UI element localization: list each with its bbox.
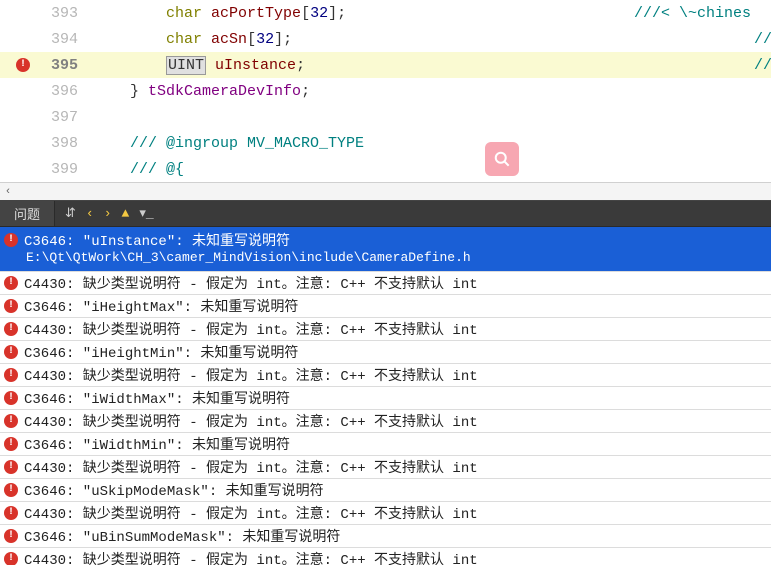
filter-icon[interactable]: ▾_ — [139, 206, 153, 221]
problems-list[interactable]: C3646: "uInstance": 未知重写说明符 E:\Qt\QtWork… — [0, 227, 771, 565]
problem-item[interactable]: C4430: 缺少类型说明符 - 假定为 int。注意: C++ 不支持默认 i… — [0, 547, 771, 565]
error-icon — [4, 345, 18, 359]
problems-tab[interactable]: 问题 — [0, 201, 55, 226]
problem-item[interactable]: C3646: "iWidthMin": 未知重写说明符 — [0, 432, 771, 455]
error-icon — [16, 58, 30, 72]
error-icon — [4, 506, 18, 520]
search-icon[interactable] — [485, 142, 519, 176]
line-number: 397 — [34, 109, 94, 126]
problem-message: C3646: "uBinSumModeMask": 未知重写说明符 — [24, 526, 340, 546]
error-icon — [4, 322, 18, 336]
problem-message: C4430: 缺少类型说明符 - 假定为 int。注意: C++ 不支持默认 i… — [24, 411, 478, 431]
problem-item-selected[interactable]: C3646: "uInstance": 未知重写说明符 E:\Qt\QtWork… — [0, 227, 771, 271]
code-text: } tSdkCameraDevInfo; — [94, 83, 771, 100]
problem-message: C4430: 缺少类型说明符 - 假定为 int。注意: C++ 不支持默认 i… — [24, 457, 478, 477]
problem-path: E:\Qt\QtWork\CH_3\camer_MindVision\inclu… — [4, 250, 767, 265]
error-icon — [4, 437, 18, 451]
error-icon — [4, 529, 18, 543]
code-editor[interactable]: 393 char acPortType[32];///< \~chines394… — [0, 0, 771, 200]
next-issue-icon[interactable]: › — [104, 206, 112, 221]
problem-message: C4430: 缺少类型说明符 - 假定为 int。注意: C++ 不支持默认 i… — [24, 549, 478, 565]
problem-message: C4430: 缺少类型说明符 - 假定为 int。注意: C++ 不支持默认 i… — [24, 273, 478, 293]
line-number: 393 — [34, 5, 94, 22]
problem-message: C3646: "iWidthMax": 未知重写说明符 — [24, 388, 290, 408]
scroll-left-icon[interactable]: ‹ — [0, 186, 16, 198]
code-line[interactable]: 398 /// @ingroup MV_MACRO_TYPE — [0, 130, 771, 156]
problem-item[interactable]: C4430: 缺少类型说明符 - 假定为 int。注意: C++ 不支持默认 i… — [0, 271, 771, 294]
problem-item[interactable]: C3646: "iWidthMax": 未知重写说明符 — [0, 386, 771, 409]
problem-message: C3646: "iHeightMin": 未知重写说明符 — [24, 342, 298, 362]
code-text: char acPortType[32];///< \~chines — [94, 5, 771, 22]
error-icon — [4, 552, 18, 565]
problem-message: C3646: "uInstance": 未知重写说明符 — [24, 230, 290, 250]
problems-panel: 问题 ⇵ ‹ › ▲ ▾_ C3646: "uInstance": 未知重写说明… — [0, 200, 771, 565]
problem-item[interactable]: C4430: 缺少类型说明符 - 假定为 int。注意: C++ 不支持默认 i… — [0, 409, 771, 432]
code-line[interactable]: 393 char acPortType[32];///< \~chines — [0, 0, 771, 26]
code-line[interactable]: 395 UINT uInstance;///< — [0, 52, 771, 78]
error-gutter — [0, 58, 34, 72]
problem-message: C3646: "iWidthMin": 未知重写说明符 — [24, 434, 290, 454]
problem-item[interactable]: C3646: "uBinSumModeMask": 未知重写说明符 — [0, 524, 771, 547]
error-icon — [4, 460, 18, 474]
line-number: 395 — [34, 57, 94, 74]
code-line[interactable]: 396 } tSdkCameraDevInfo; — [0, 78, 771, 104]
prev-issue-icon[interactable]: ‹ — [86, 206, 94, 221]
problem-message: C4430: 缺少类型说明符 - 假定为 int。注意: C++ 不支持默认 i… — [24, 365, 478, 385]
error-icon — [4, 391, 18, 405]
problems-toolbar: 问题 ⇵ ‹ › ▲ ▾_ — [0, 201, 771, 227]
problem-message: C4430: 缺少类型说明符 - 假定为 int。注意: C++ 不支持默认 i… — [24, 319, 478, 339]
line-number: 399 — [34, 161, 94, 178]
line-number: 396 — [34, 83, 94, 100]
code-text: /// @ingroup MV_MACRO_TYPE — [94, 135, 771, 152]
line-number: 398 — [34, 135, 94, 152]
error-icon — [4, 233, 18, 247]
problem-item[interactable]: C3646: "iHeightMax": 未知重写说明符 — [0, 294, 771, 317]
error-icon — [4, 276, 18, 290]
problem-item[interactable]: C4430: 缺少类型说明符 - 假定为 int。注意: C++ 不支持默认 i… — [0, 317, 771, 340]
warning-icon[interactable]: ▲ — [122, 206, 130, 221]
code-line[interactable]: 397 — [0, 104, 771, 130]
problem-message: C3646: "iHeightMax": 未知重写说明符 — [24, 296, 298, 316]
code-text: UINT uInstance;///< — [94, 57, 771, 74]
error-icon — [4, 483, 18, 497]
error-icon — [4, 299, 18, 313]
code-line[interactable]: 399 /// @{ — [0, 156, 771, 182]
code-text: char acSn[32];///< — [94, 31, 771, 48]
error-icon — [4, 368, 18, 382]
problem-message: C3646: "uSkipModeMask": 未知重写说明符 — [24, 480, 324, 500]
problem-item[interactable]: C3646: "uSkipModeMask": 未知重写说明符 — [0, 478, 771, 501]
goto-icon[interactable]: ⇵ — [65, 206, 76, 221]
code-line[interactable]: 394 char acSn[32];///< — [0, 26, 771, 52]
problem-item[interactable]: C4430: 缺少类型说明符 - 假定为 int。注意: C++ 不支持默认 i… — [0, 455, 771, 478]
problem-item[interactable]: C3646: "iHeightMin": 未知重写说明符 — [0, 340, 771, 363]
horizontal-scrollbar[interactable]: ‹ — [0, 182, 771, 200]
problem-item[interactable]: C4430: 缺少类型说明符 - 假定为 int。注意: C++ 不支持默认 i… — [0, 501, 771, 524]
problem-item[interactable]: C4430: 缺少类型说明符 - 假定为 int。注意: C++ 不支持默认 i… — [0, 363, 771, 386]
error-icon — [4, 414, 18, 428]
code-text: /// @{ — [94, 161, 771, 178]
problem-message: C4430: 缺少类型说明符 - 假定为 int。注意: C++ 不支持默认 i… — [24, 503, 478, 523]
line-number: 394 — [34, 31, 94, 48]
